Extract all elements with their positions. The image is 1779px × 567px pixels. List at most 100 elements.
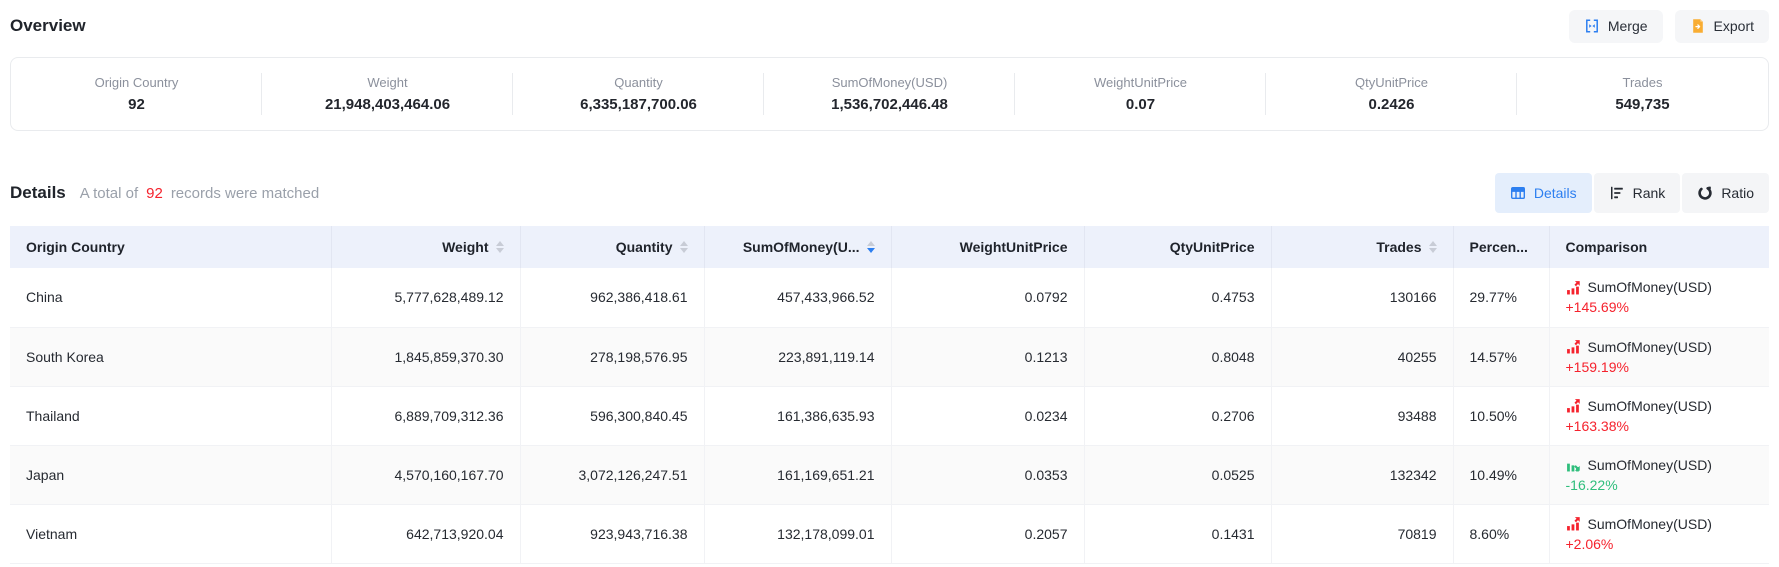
cell-sum-of-money: 132,178,099.01 (704, 504, 891, 563)
summary-prefix: A total of (80, 185, 138, 202)
cell-trades: 70819 (1271, 504, 1453, 563)
page: Overview Merge (0, 8, 1779, 564)
trend-up-chart-icon (1566, 339, 1581, 354)
caret-sort-icon (496, 241, 504, 253)
cell-country: South Korea (10, 327, 331, 386)
cell-qty-unit-price: 0.4753 (1084, 268, 1271, 327)
comparison-metric: SumOfMoney(USD) (1588, 457, 1712, 473)
stat-value: 92 (128, 96, 145, 113)
stat-value: 0.2426 (1369, 96, 1415, 113)
cell-country: Japan (10, 445, 331, 504)
stat-value: 1,536,702,446.48 (831, 96, 948, 113)
cell-weight-unit-price: 0.0234 (891, 386, 1084, 445)
top-bar: Overview Merge (10, 8, 1769, 44)
comparison-change: +2.06% (1566, 536, 1754, 552)
stat-value: 6,335,187,700.06 (580, 96, 697, 113)
view-tab-group: Details Rank (1495, 173, 1769, 213)
cell-sum-of-money: 161,386,635.93 (704, 386, 891, 445)
stat-trades: Trades549,735 (1517, 58, 1768, 130)
merge-button[interactable]: Merge (1569, 10, 1663, 43)
table-header-row: Origin CountryWeight Quantity SumOfMoney(U… (10, 226, 1769, 268)
tab-details-label: Details (1534, 185, 1577, 201)
page-title: Overview (10, 16, 86, 36)
column-header-origin-country: Origin Country (10, 226, 331, 268)
cell-quantity: 923,943,716.38 (520, 504, 704, 563)
cell-quantity: 596,300,840.45 (520, 386, 704, 445)
stat-weight: Weight21,948,403,464.06 (262, 58, 513, 130)
cell-trades: 93488 (1271, 386, 1453, 445)
cell-quantity: 3,072,126,247.51 (520, 445, 704, 504)
stat-label: SumOfMoney(USD) (832, 75, 948, 90)
merge-cells-icon (1584, 18, 1600, 34)
tab-rank[interactable]: Rank (1594, 173, 1681, 213)
cell-weight: 6,889,709,312.36 (331, 386, 520, 445)
details-summary: A total of92records were matched (80, 185, 319, 202)
cell-sum-of-money: 223,891,119.14 (704, 327, 891, 386)
comparison-change: +145.69% (1566, 299, 1754, 315)
stat-weightunitprice: WeightUnitPrice0.07 (1015, 58, 1266, 130)
cell-weight-unit-price: 0.2057 (891, 504, 1084, 563)
cell-quantity: 278,198,576.95 (520, 327, 704, 386)
cell-quantity: 962,386,418.61 (520, 268, 704, 327)
cell-percentage: 10.49% (1453, 445, 1549, 504)
column-label: Trades (1376, 239, 1421, 255)
cell-qty-unit-price: 0.8048 (1084, 327, 1271, 386)
cell-qty-unit-price: 0.0525 (1084, 445, 1271, 504)
cell-weight: 642,713,920.04 (331, 504, 520, 563)
trend-down-chart-icon (1566, 457, 1581, 472)
details-heading: Details A total of92records were matched (10, 183, 319, 203)
tab-details[interactable]: Details (1495, 173, 1592, 213)
column-label: Quantity (616, 239, 673, 255)
caret-sort-icon (680, 241, 688, 253)
stat-label: QtyUnitPrice (1355, 75, 1428, 90)
column-label: Percen... (1470, 239, 1528, 255)
tab-ratio-label: Ratio (1721, 185, 1754, 201)
details-bar: Details A total of92records were matched… (10, 170, 1769, 215)
table-row: Vietnam642,713,920.04923,943,716.38132,1… (10, 504, 1769, 563)
comparison-metric: SumOfMoney(USD) (1588, 339, 1712, 355)
export-file-icon (1690, 18, 1706, 34)
comparison-metric: SumOfMoney(USD) (1588, 516, 1712, 532)
column-label: WeightUnitPrice (960, 239, 1068, 255)
toolbar: Merge Export (1569, 10, 1769, 43)
table-row: South Korea1,845,859,370.30278,198,576.9… (10, 327, 1769, 386)
stat-origin-country: Origin Country 92 (11, 58, 262, 130)
comparison-metric: SumOfMoney(USD) (1588, 279, 1712, 295)
merge-button-label: Merge (1608, 18, 1648, 34)
column-header-qtyunitprice: QtyUnitPrice (1084, 226, 1271, 268)
stat-quantity: Quantity 6,335,187,700.06 (513, 58, 764, 130)
column-label: Comparison (1566, 239, 1648, 255)
stat-label: Quantity (614, 75, 662, 90)
tab-rank-label: Rank (1633, 185, 1666, 201)
column-header-percen-: Percen... (1453, 226, 1549, 268)
details-table: Origin CountryWeight Quantity SumOfMoney(U… (10, 226, 1769, 564)
tab-ratio[interactable]: Ratio (1682, 173, 1769, 213)
cell-trades: 132342 (1271, 445, 1453, 504)
cell-percentage: 29.77% (1453, 268, 1549, 327)
table-row: Japan4,570,160,167.703,072,126,247.51161… (10, 445, 1769, 504)
stat-label: Origin Country (95, 75, 179, 90)
table-row: China5,777,628,489.12962,386,418.61457,4… (10, 268, 1769, 327)
column-header-trades[interactable]: Trades (1271, 226, 1453, 268)
cell-comparison: SumOfMoney(USD) +2.06% (1549, 504, 1769, 563)
summary-suffix: records were matched (171, 185, 319, 202)
column-header-weight[interactable]: Weight (331, 226, 520, 268)
cell-weight: 5,777,628,489.12 (331, 268, 520, 327)
cell-weight-unit-price: 0.0792 (891, 268, 1084, 327)
stat-value: 549,735 (1615, 96, 1669, 113)
cell-weight: 1,845,859,370.30 (331, 327, 520, 386)
cell-percentage: 14.57% (1453, 327, 1549, 386)
column-header-quantity[interactable]: Quantity (520, 226, 704, 268)
column-header-sumofmoney-u-[interactable]: SumOfMoney(U... (704, 226, 891, 268)
cell-weight-unit-price: 0.0353 (891, 445, 1084, 504)
caret-sort-icon (867, 241, 875, 253)
cell-sum-of-money: 457,433,966.52 (704, 268, 891, 327)
table-grid-icon (1510, 185, 1526, 201)
export-button[interactable]: Export (1675, 10, 1769, 43)
trend-up-chart-icon (1566, 516, 1581, 531)
stat-value: 21,948,403,464.06 (325, 96, 450, 113)
cell-country: China (10, 268, 331, 327)
cell-qty-unit-price: 0.1431 (1084, 504, 1271, 563)
table-body: China5,777,628,489.12962,386,418.61457,4… (10, 268, 1769, 563)
cell-trades: 40255 (1271, 327, 1453, 386)
